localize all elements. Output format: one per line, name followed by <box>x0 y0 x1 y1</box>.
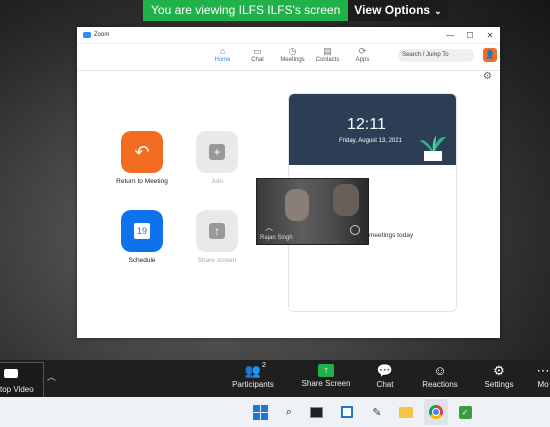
search-input[interactable]: Search / Jump To <box>398 49 474 62</box>
settings-label: Settings <box>484 380 514 389</box>
share-screen-label: Share screen <box>197 257 237 264</box>
tab-chat[interactable]: ▭ Chat <box>240 46 275 63</box>
window-title: Zoom <box>94 32 110 38</box>
contacts-icon: ▤ <box>323 46 332 56</box>
reactions-label: Reactions <box>422 380 458 389</box>
video-options-chevron-icon[interactable]: ︿ <box>47 370 56 383</box>
plus-icon[interactable]: + <box>196 131 238 173</box>
more-button[interactable]: ⋯ Mo <box>536 360 550 389</box>
tab-label: Chat <box>251 57 264 63</box>
participant-face <box>285 189 309 221</box>
participants-button[interactable]: 👥 Participants <box>226 360 280 389</box>
tab-apps[interactable]: ⟳ Apps <box>345 46 380 63</box>
chat-label: Chat <box>376 380 394 389</box>
no-meetings-message: meetings today <box>369 232 414 239</box>
screen-share-banner: You are viewing ILFS ILFS's screen View … <box>143 0 448 21</box>
chevron-down-icon: ⌄ <box>434 6 442 16</box>
return-to-meeting-label: Return to Meeting <box>116 178 168 185</box>
gear-icon: ⚙ <box>493 363 505 378</box>
widgets-icon[interactable] <box>338 403 356 421</box>
tab-home[interactable]: ⌂ Home <box>205 46 240 63</box>
chat-button[interactable]: 💬 Chat <box>368 360 402 389</box>
viewing-screen-label: You are viewing ILFS ILFS's screen <box>143 0 349 21</box>
clock-date: Friday, August 13, 2021 <box>339 138 402 144</box>
avatar[interactable]: 👤 <box>483 48 497 62</box>
schedule-label: Schedule <box>128 257 156 264</box>
return-to-meeting-tile[interactable]: ↶ Return to Meeting <box>107 131 177 185</box>
schedule-tile[interactable]: 19 Schedule <box>107 210 177 264</box>
windows-taskbar: ⌕ ✎ ✓ <box>0 397 550 427</box>
video-camera-icon <box>4 369 18 378</box>
tab-label: Home <box>214 57 231 63</box>
nav-tabs: ⌂ Home ▭ Chat ◷ Meetings ▤ Contacts ⟳ Apps <box>205 46 380 63</box>
settings-button[interactable]: ⚙ Settings <box>480 360 518 389</box>
calendar-icon[interactable]: 19 <box>121 210 163 252</box>
start-button[interactable] <box>251 403 269 421</box>
participants-icon: 👥 <box>244 363 262 378</box>
zoom-logo-icon <box>83 32 91 38</box>
join-tile[interactable]: + Join <box>182 131 252 185</box>
participant-video-thumbnail[interactable]: ︿ Rajan Singh <box>256 178 369 245</box>
chat-icon: ▭ <box>253 46 262 56</box>
participants-count: 2 <box>262 362 266 369</box>
meeting-toolbar: top Video ︿ 👥 Participants 2 ↑ Share Scr… <box>0 360 550 398</box>
return-arrow-icon[interactable]: ↶ <box>121 131 163 173</box>
tab-contacts[interactable]: ▤ Contacts <box>310 46 345 63</box>
settings-gear-icon[interactable]: ⚙ <box>483 71 492 82</box>
share-screen-tile[interactable]: ↑ Share screen <box>182 210 252 264</box>
share-screen-toolbar-label: Share Screen <box>301 379 351 388</box>
task-view-icon[interactable] <box>307 403 325 421</box>
notepad-app-icon[interactable]: ✎ <box>368 403 386 421</box>
join-label: Join <box>211 178 223 185</box>
nav-bar: ⌂ Home ▭ Chat ◷ Meetings ▤ Contacts ⟳ Apps Search… <box>77 44 500 71</box>
loading-icon <box>350 225 360 235</box>
search-icon[interactable]: ⌕ <box>280 403 298 421</box>
view-options-label: View Options <box>354 3 431 17</box>
share-screen-button[interactable]: ↑ Share Screen <box>298 360 354 388</box>
reactions-button[interactable]: ☺ Reactions <box>418 360 462 389</box>
smiley-icon: ☺ <box>433 363 447 378</box>
tab-label: Meetings <box>280 57 305 63</box>
windows-logo-icon <box>252 404 268 420</box>
clock-icon: ◷ <box>288 46 297 56</box>
title-bar: Zoom — ☐ ✕ <box>77 27 500 44</box>
clock-time: 12:11 <box>347 116 386 133</box>
share-screen-icon: ↑ <box>318 364 334 377</box>
chevron-up-icon[interactable]: ︿ <box>265 222 273 233</box>
chart-app-icon[interactable]: ✓ <box>456 403 474 421</box>
stop-video-button[interactable]: top Video <box>0 362 44 398</box>
clock-banner: 12:11 Friday, August 13, 2021 <box>289 94 456 165</box>
participants-label: Participants <box>232 380 274 389</box>
calendar-day: 19 <box>134 223 150 239</box>
file-explorer-icon[interactable] <box>397 403 415 421</box>
upload-arrow-icon[interactable]: ↑ <box>196 210 238 252</box>
plant-illustration-icon <box>420 136 446 161</box>
home-icon: ⌂ <box>219 46 226 56</box>
tab-meetings[interactable]: ◷ Meetings <box>275 46 310 63</box>
close-icon[interactable]: ✕ <box>480 31 500 40</box>
tab-label: Contacts <box>315 57 340 63</box>
chrome-icon[interactable] <box>427 403 445 421</box>
minimize-icon[interactable]: — <box>440 31 460 40</box>
participant-name: Rajan Singh <box>260 235 293 241</box>
more-dots-icon: ⋯ <box>536 363 550 378</box>
stop-video-label: top Video <box>0 385 34 394</box>
maximize-icon[interactable]: ☐ <box>460 31 480 40</box>
apps-icon: ⟳ <box>358 46 367 56</box>
chat-bubble-icon: 💬 <box>376 363 394 378</box>
more-label: Mo <box>537 380 549 389</box>
view-options-button[interactable]: View Options ⌄ <box>348 0 448 21</box>
tab-label: Apps <box>355 57 370 63</box>
participant-face <box>333 184 359 216</box>
